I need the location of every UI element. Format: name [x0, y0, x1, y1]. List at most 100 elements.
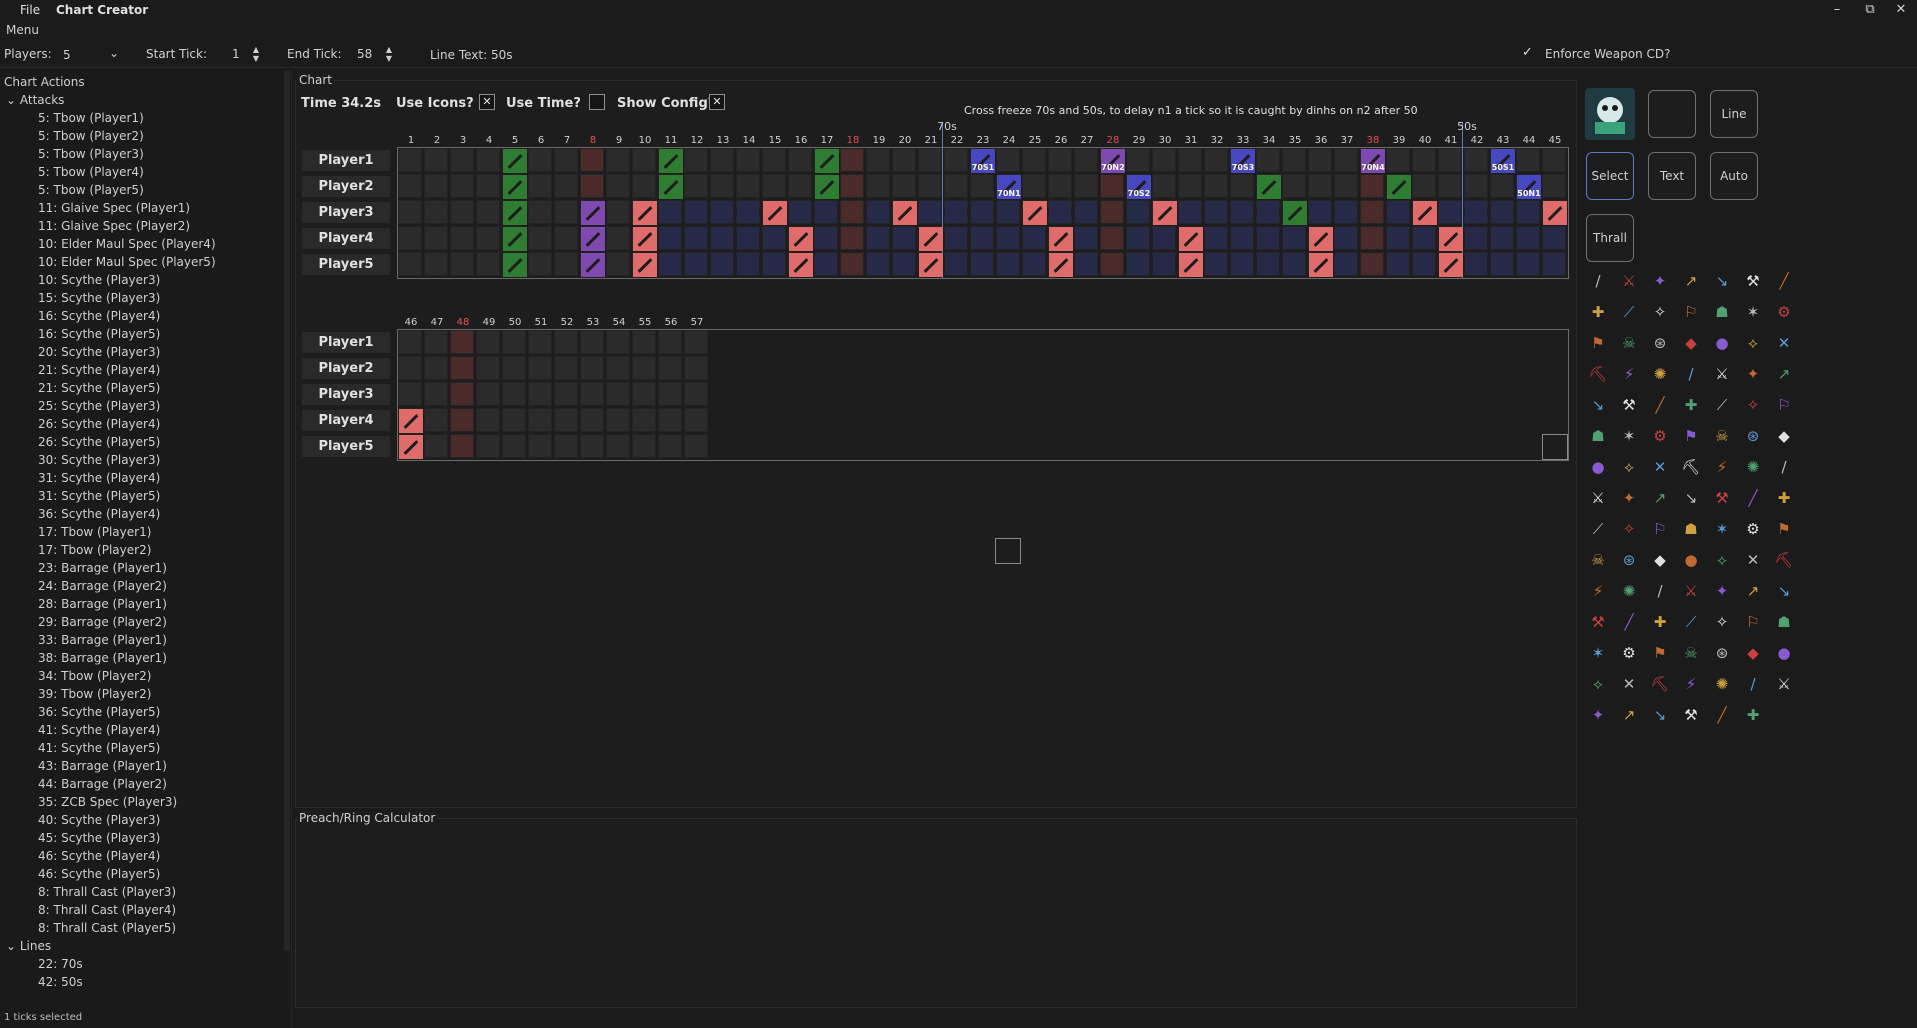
weapon-icon[interactable]: ⟋ [1587, 518, 1609, 540]
grid-cell[interactable] [424, 226, 448, 250]
weapon-icon[interactable]: ⟡ [1742, 332, 1764, 354]
file-menu[interactable]: File [20, 3, 40, 17]
grid-cell[interactable] [1334, 226, 1358, 250]
weapon-icon[interactable]: ⚐ [1680, 301, 1702, 323]
weapon-icon[interactable]: ⚙ [1649, 425, 1671, 447]
weapon-icon[interactable]: ✦ [1618, 487, 1640, 509]
grid-cell[interactable] [1152, 252, 1176, 276]
weapon-icon[interactable]: ⚑ [1680, 425, 1702, 447]
attack-mark[interactable] [1049, 227, 1073, 251]
grid-cell[interactable] [606, 434, 630, 458]
grid-cell[interactable] [788, 200, 812, 224]
grid-cell[interactable] [866, 226, 890, 250]
tree-item[interactable]: 39: Tbow (Player2) [38, 687, 151, 701]
grid-cell[interactable] [606, 200, 630, 224]
grid-cell[interactable] [476, 148, 500, 172]
grid-cell[interactable] [1100, 200, 1124, 224]
attack-mark[interactable] [1257, 175, 1281, 199]
weapon-icon[interactable]: ● [1773, 642, 1795, 664]
tree-item[interactable]: 43: Barrage (Player1) [38, 759, 167, 773]
weapon-icon[interactable]: ⚐ [1742, 611, 1764, 633]
grid-cell[interactable] [866, 148, 890, 172]
use-icons-checkbox[interactable]: ✕ [479, 94, 495, 110]
grid-cell[interactable] [424, 148, 448, 172]
weapon-icon[interactable]: ✕ [1618, 673, 1640, 695]
tree-item[interactable]: 11: Glaive Spec (Player1) [38, 201, 190, 215]
grid-cell[interactable] [398, 382, 422, 406]
grid-cell[interactable] [684, 174, 708, 198]
tree-item[interactable]: 25: Scythe (Player3) [38, 399, 160, 413]
weapon-icon[interactable]: ✺ [1649, 363, 1671, 385]
weapon-icon[interactable]: ⊛ [1711, 642, 1733, 664]
grid-cell[interactable] [658, 200, 682, 224]
grid-cell[interactable] [424, 356, 448, 380]
grid-cell[interactable] [736, 148, 760, 172]
end-tick-stepper[interactable]: ▲ ▼ [383, 45, 395, 63]
grid-cell[interactable] [1074, 200, 1098, 224]
weapon-icon[interactable]: ↘ [1587, 394, 1609, 416]
grid-cell[interactable] [1152, 226, 1176, 250]
grid-cell[interactable] [632, 356, 656, 380]
auto-tool-button[interactable]: Auto [1710, 152, 1758, 200]
attack-mark[interactable] [789, 253, 813, 277]
weapon-icon[interactable]: ◆ [1773, 425, 1795, 447]
grid-cell[interactable] [424, 330, 448, 354]
attack-mark[interactable] [581, 201, 605, 225]
weapon-icon[interactable]: / [1773, 456, 1795, 478]
tree-item[interactable]: 26: Scythe (Player5) [38, 435, 160, 449]
grid-cell[interactable] [788, 174, 812, 198]
grid-cell[interactable] [658, 226, 682, 250]
grid-cell[interactable] [502, 330, 526, 354]
grid-cell[interactable] [840, 252, 864, 276]
attacks-group[interactable]: ⌄ Attacks [6, 93, 64, 107]
grid-cell[interactable] [684, 356, 708, 380]
grid-cell[interactable] [502, 408, 526, 432]
attack-mark[interactable] [1283, 201, 1307, 225]
grid-cell[interactable] [424, 174, 448, 198]
grid-cell[interactable] [1074, 252, 1098, 276]
grid-cell[interactable] [840, 148, 864, 172]
grid-cell[interactable] [1334, 200, 1358, 224]
grid-cell[interactable] [398, 252, 422, 276]
tree-item[interactable]: 16: Scythe (Player5) [38, 327, 160, 341]
weapon-icon[interactable]: ☗ [1711, 301, 1733, 323]
grid-cell[interactable] [1282, 174, 1306, 198]
grid-cell[interactable] [528, 200, 552, 224]
grid-cell[interactable] [580, 174, 604, 198]
grid-cell[interactable] [710, 252, 734, 276]
grid-cell[interactable] [1360, 174, 1384, 198]
weapon-icon[interactable]: ↗ [1649, 487, 1671, 509]
grid-cell[interactable] [1256, 148, 1280, 172]
grid-cell[interactable] [1490, 252, 1514, 276]
attack-mark[interactable] [1153, 201, 1177, 225]
weapon-icon[interactable]: ✶ [1742, 301, 1764, 323]
grid-cell[interactable] [1282, 148, 1306, 172]
weapon-icon[interactable]: ⟡ [1587, 673, 1609, 695]
attack-mark[interactable] [1023, 201, 1047, 225]
tree-item[interactable]: 8: Thrall Cast (Player3) [38, 885, 176, 899]
weapon-icon[interactable]: ✦ [1649, 270, 1671, 292]
grid-cell[interactable] [1464, 226, 1488, 250]
grid-cell[interactable] [814, 200, 838, 224]
grid-cell[interactable] [580, 408, 604, 432]
grid-cell[interactable] [1282, 226, 1306, 250]
weapon-icon[interactable]: ⚡ [1680, 673, 1702, 695]
weapon-icon[interactable]: ✺ [1742, 456, 1764, 478]
weapon-icon[interactable]: ↘ [1680, 487, 1702, 509]
grid-cell[interactable] [606, 382, 630, 406]
grid-cell[interactable] [1386, 200, 1410, 224]
grid-cell[interactable] [1126, 148, 1150, 172]
weapon-icon[interactable]: ╱ [1618, 611, 1640, 633]
grid-cell[interactable] [710, 226, 734, 250]
tree-item[interactable]: 26: Scythe (Player4) [38, 417, 160, 431]
attack-mark[interactable] [503, 175, 527, 199]
weapon-icon[interactable]: ⊛ [1649, 332, 1671, 354]
weapon-icon[interactable]: ✕ [1649, 456, 1671, 478]
grid-cell[interactable] [684, 252, 708, 276]
grid-cell[interactable] [1152, 174, 1176, 198]
grid-cell[interactable] [1412, 148, 1436, 172]
weapon-icon[interactable]: ⊛ [1742, 425, 1764, 447]
grid-cell[interactable] [528, 174, 552, 198]
weapon-icon[interactable]: ↘ [1773, 580, 1795, 602]
tree-item[interactable]: 36: Scythe (Player4) [38, 507, 160, 521]
